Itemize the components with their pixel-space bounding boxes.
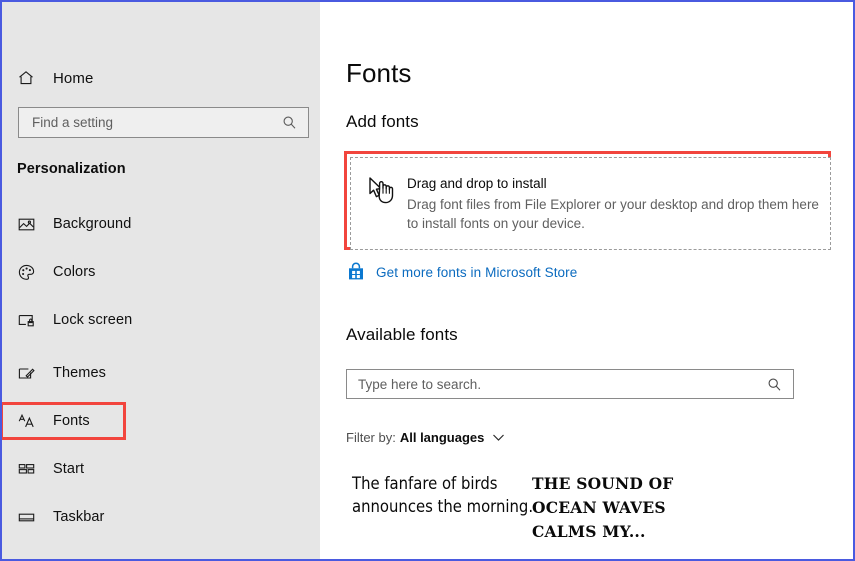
palette-icon [17, 263, 43, 282]
sidebar-item-fonts[interactable]: Fonts [2, 402, 320, 440]
sidebar-item-label: Home [53, 69, 94, 87]
sidebar-item-lock-screen[interactable]: Lock screen [2, 301, 320, 339]
brush-icon [17, 364, 43, 383]
font-search-input[interactable]: Type here to search. [346, 369, 794, 399]
sidebar-item-themes[interactable]: Themes [2, 354, 320, 392]
filter-label: Filter by: [346, 430, 396, 445]
search-icon [282, 115, 297, 130]
get-more-fonts-link[interactable]: Get more fonts in Microsoft Store [346, 262, 577, 282]
start-grid-icon [17, 460, 43, 479]
drop-zone-title: Drag and drop to install [407, 176, 547, 191]
sidebar: Home Find a setting Personalization Back… [2, 2, 320, 559]
font-size-icon [17, 412, 43, 431]
available-fonts-heading: Available fonts [346, 325, 458, 344]
page-title: Fonts [346, 58, 412, 88]
search-input[interactable]: Find a setting [18, 107, 309, 138]
sidebar-item-label: Themes [53, 365, 106, 381]
sidebar-item-start[interactable]: Start [2, 450, 320, 488]
sidebar-item-home[interactable]: Home [2, 59, 320, 97]
sidebar-item-background[interactable]: Background [2, 205, 320, 243]
store-link-label: Get more fonts in Microsoft Store [376, 264, 578, 280]
sidebar-item-label: Lock screen [53, 312, 133, 328]
microsoft-store-icon [346, 262, 366, 282]
sidebar-item-label: Start [53, 461, 85, 477]
filter-by-dropdown[interactable]: Filter by: All languages [346, 430, 505, 445]
font-preview-tile[interactable]: THE SOUND OF OCEAN WAVES CALMS MY... [532, 472, 722, 544]
font-preview-tile[interactable]: The fanfare of birds announces the morni… [352, 472, 542, 518]
search-icon [767, 377, 782, 392]
drag-hand-cursor-icon [367, 176, 397, 208]
chevron-down-icon [492, 433, 505, 442]
add-fonts-heading: Add fonts [346, 112, 419, 131]
lock-screen-icon [17, 311, 43, 330]
drop-zone-annotation-box: Drag and drop to install Drag font files… [344, 151, 831, 250]
sidebar-item-colors[interactable]: Colors [2, 253, 320, 291]
sidebar-item-label: Taskbar [53, 509, 105, 525]
home-icon [17, 69, 43, 87]
sidebar-item-label: Background [53, 216, 132, 232]
main-content: Fonts Add fonts Drag and drop to install… [320, 2, 853, 559]
search-placeholder: Find a setting [32, 115, 114, 130]
sidebar-section-header: Personalization [17, 161, 126, 177]
picture-icon [17, 215, 43, 234]
sidebar-item-label: Colors [53, 264, 96, 280]
drop-zone-subtitle: Drag font files from File Explorer or yo… [407, 197, 819, 231]
sidebar-item-label: Fonts [53, 413, 90, 429]
sidebar-item-taskbar[interactable]: Taskbar [2, 498, 320, 536]
font-search-placeholder: Type here to search. [358, 376, 482, 392]
filter-value: All languages [399, 430, 485, 445]
settings-window: Home Find a setting Personalization Back… [0, 0, 855, 561]
taskbar-icon [17, 508, 43, 527]
drag-and-drop-install-zone[interactable]: Drag and drop to install Drag font files… [350, 157, 831, 250]
